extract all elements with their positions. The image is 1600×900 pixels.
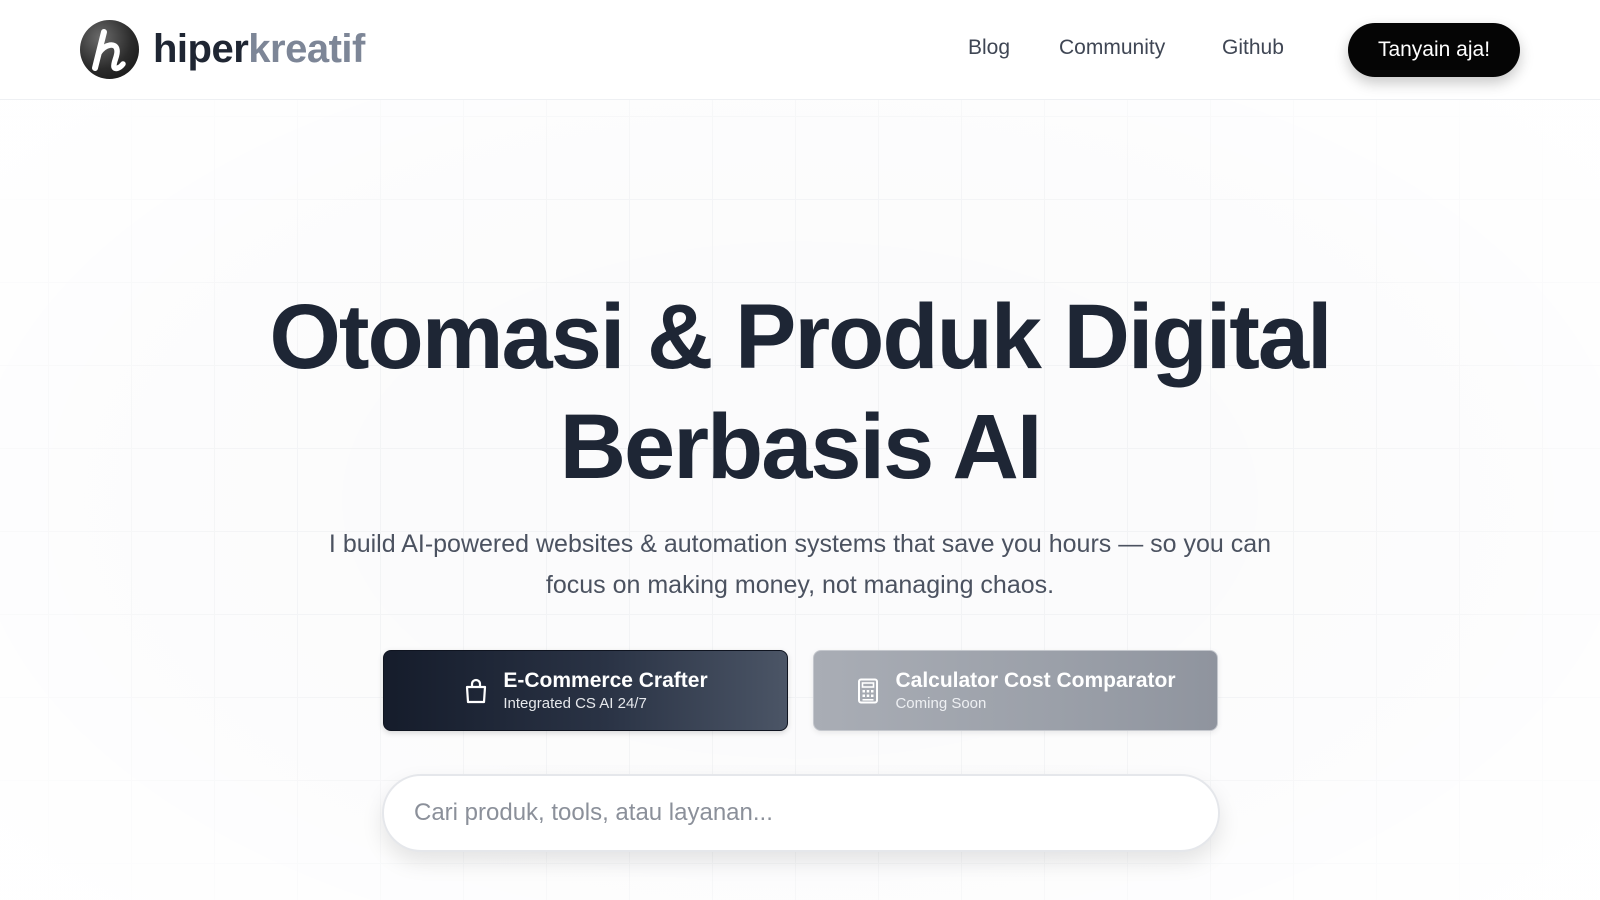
site-header: hiperkreatif Blog Community Github Tanya…: [0, 0, 1600, 100]
nav-link-community[interactable]: Community: [1059, 36, 1165, 60]
shopping-bag-icon: [463, 677, 489, 705]
card-texts: E-Commerce Crafter Integrated CS AI 24/7: [503, 668, 707, 714]
page: hiperkreatif Blog Community Github Tanya…: [0, 0, 1600, 900]
card-subtitle: Integrated CS AI 24/7: [503, 694, 647, 712]
nav-link-blog[interactable]: Blog: [968, 36, 1010, 60]
hero-headline-line1: Otomasi & Produk Digital: [269, 286, 1332, 388]
calculator-cost-comparator-card[interactable]: Calculator Cost Comparator Coming Soon: [813, 650, 1218, 731]
search-input[interactable]: [414, 799, 1174, 827]
nav-link-github[interactable]: Github: [1222, 36, 1284, 60]
search-box: [382, 774, 1220, 852]
main-nav: Blog Community Github Tanyain aja!: [0, 0, 1600, 100]
card-title: E-Commerce Crafter: [503, 668, 708, 692]
hero-headline-line2: Berbasis AI: [559, 396, 1043, 498]
ecommerce-crafter-card[interactable]: E-Commerce Crafter Integrated CS AI 24/7: [383, 650, 788, 731]
card-texts: Calculator Cost Comparator Coming Soon: [895, 668, 1175, 714]
card-title: Calculator Cost Comparator: [895, 668, 1176, 692]
card-subtitle: Coming Soon: [895, 694, 987, 712]
hero-headline: Otomasi & Produk Digital Berbasis AI: [0, 282, 1600, 502]
calculator-icon: [855, 677, 881, 705]
ask-cta-button[interactable]: Tanyain aja!: [1348, 23, 1520, 77]
hero-subtitle: I build AI-powered websites & automation…: [328, 530, 1272, 599]
